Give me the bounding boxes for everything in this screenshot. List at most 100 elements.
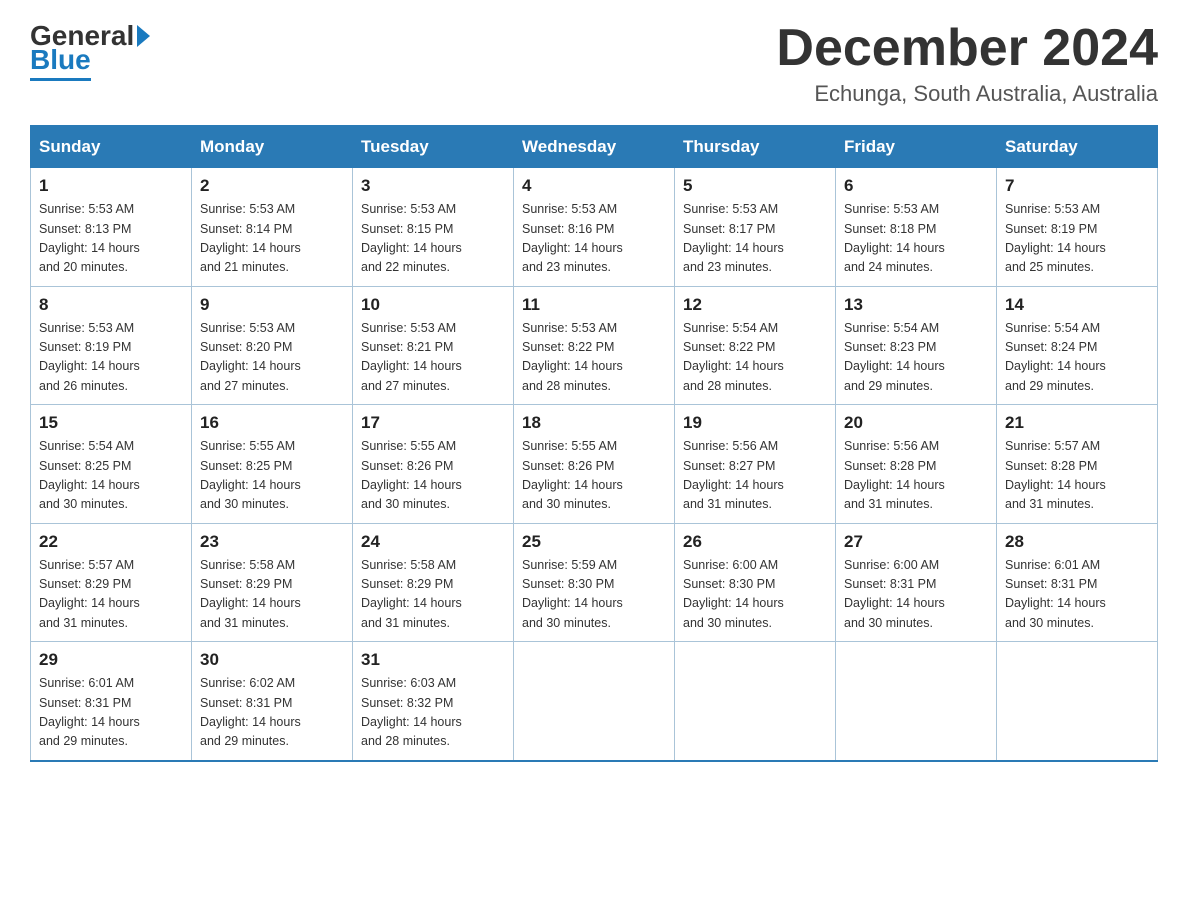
day-number: 12 xyxy=(683,295,827,315)
calendar-day-25: 25 Sunrise: 5:59 AM Sunset: 8:30 PM Dayl… xyxy=(514,523,675,642)
calendar-day-8: 8 Sunrise: 5:53 AM Sunset: 8:19 PM Dayli… xyxy=(31,286,192,405)
day-number: 29 xyxy=(39,650,183,670)
day-number: 17 xyxy=(361,413,505,433)
weekday-header-thursday: Thursday xyxy=(675,126,836,168)
day-number: 1 xyxy=(39,176,183,196)
day-info: Sunrise: 6:00 AM Sunset: 8:30 PM Dayligh… xyxy=(683,556,827,634)
day-number: 5 xyxy=(683,176,827,196)
calendar-day-20: 20 Sunrise: 5:56 AM Sunset: 8:28 PM Dayl… xyxy=(836,405,997,524)
calendar-day-26: 26 Sunrise: 6:00 AM Sunset: 8:30 PM Dayl… xyxy=(675,523,836,642)
day-info: Sunrise: 5:53 AM Sunset: 8:15 PM Dayligh… xyxy=(361,200,505,278)
day-number: 16 xyxy=(200,413,344,433)
day-info: Sunrise: 5:53 AM Sunset: 8:16 PM Dayligh… xyxy=(522,200,666,278)
day-info: Sunrise: 5:53 AM Sunset: 8:22 PM Dayligh… xyxy=(522,319,666,397)
calendar-day-9: 9 Sunrise: 5:53 AM Sunset: 8:20 PM Dayli… xyxy=(192,286,353,405)
calendar-week-row-2: 8 Sunrise: 5:53 AM Sunset: 8:19 PM Dayli… xyxy=(31,286,1158,405)
day-number: 22 xyxy=(39,532,183,552)
day-number: 19 xyxy=(683,413,827,433)
calendar-day-empty xyxy=(836,642,997,761)
day-info: Sunrise: 6:03 AM Sunset: 8:32 PM Dayligh… xyxy=(361,674,505,752)
calendar-day-14: 14 Sunrise: 5:54 AM Sunset: 8:24 PM Dayl… xyxy=(997,286,1158,405)
day-number: 7 xyxy=(1005,176,1149,196)
calendar-table: SundayMondayTuesdayWednesdayThursdayFrid… xyxy=(30,125,1158,762)
day-info: Sunrise: 5:57 AM Sunset: 8:28 PM Dayligh… xyxy=(1005,437,1149,515)
day-number: 30 xyxy=(200,650,344,670)
day-number: 21 xyxy=(1005,413,1149,433)
calendar-day-empty xyxy=(997,642,1158,761)
calendar-week-row-4: 22 Sunrise: 5:57 AM Sunset: 8:29 PM Dayl… xyxy=(31,523,1158,642)
calendar-day-27: 27 Sunrise: 6:00 AM Sunset: 8:31 PM Dayl… xyxy=(836,523,997,642)
day-number: 23 xyxy=(200,532,344,552)
calendar-day-31: 31 Sunrise: 6:03 AM Sunset: 8:32 PM Dayl… xyxy=(353,642,514,761)
day-info: Sunrise: 5:58 AM Sunset: 8:29 PM Dayligh… xyxy=(200,556,344,634)
day-info: Sunrise: 5:54 AM Sunset: 8:22 PM Dayligh… xyxy=(683,319,827,397)
day-info: Sunrise: 6:00 AM Sunset: 8:31 PM Dayligh… xyxy=(844,556,988,634)
day-number: 10 xyxy=(361,295,505,315)
calendar-day-29: 29 Sunrise: 6:01 AM Sunset: 8:31 PM Dayl… xyxy=(31,642,192,761)
calendar-day-2: 2 Sunrise: 5:53 AM Sunset: 8:14 PM Dayli… xyxy=(192,168,353,287)
day-number: 8 xyxy=(39,295,183,315)
day-number: 15 xyxy=(39,413,183,433)
calendar-day-15: 15 Sunrise: 5:54 AM Sunset: 8:25 PM Dayl… xyxy=(31,405,192,524)
calendar-day-19: 19 Sunrise: 5:56 AM Sunset: 8:27 PM Dayl… xyxy=(675,405,836,524)
day-number: 13 xyxy=(844,295,988,315)
day-info: Sunrise: 5:53 AM Sunset: 8:18 PM Dayligh… xyxy=(844,200,988,278)
calendar-day-17: 17 Sunrise: 5:55 AM Sunset: 8:26 PM Dayl… xyxy=(353,405,514,524)
calendar-day-18: 18 Sunrise: 5:55 AM Sunset: 8:26 PM Dayl… xyxy=(514,405,675,524)
calendar-day-4: 4 Sunrise: 5:53 AM Sunset: 8:16 PM Dayli… xyxy=(514,168,675,287)
day-number: 14 xyxy=(1005,295,1149,315)
weekday-header-friday: Friday xyxy=(836,126,997,168)
day-info: Sunrise: 5:54 AM Sunset: 8:23 PM Dayligh… xyxy=(844,319,988,397)
calendar-day-28: 28 Sunrise: 6:01 AM Sunset: 8:31 PM Dayl… xyxy=(997,523,1158,642)
location-text: Echunga, South Australia, Australia xyxy=(776,81,1158,107)
calendar-day-10: 10 Sunrise: 5:53 AM Sunset: 8:21 PM Dayl… xyxy=(353,286,514,405)
day-number: 2 xyxy=(200,176,344,196)
day-info: Sunrise: 5:53 AM Sunset: 8:19 PM Dayligh… xyxy=(1005,200,1149,278)
day-info: Sunrise: 5:53 AM Sunset: 8:13 PM Dayligh… xyxy=(39,200,183,278)
calendar-day-30: 30 Sunrise: 6:02 AM Sunset: 8:31 PM Dayl… xyxy=(192,642,353,761)
calendar-day-24: 24 Sunrise: 5:58 AM Sunset: 8:29 PM Dayl… xyxy=(353,523,514,642)
day-info: Sunrise: 5:53 AM Sunset: 8:19 PM Dayligh… xyxy=(39,319,183,397)
calendar-day-empty xyxy=(514,642,675,761)
day-number: 27 xyxy=(844,532,988,552)
day-info: Sunrise: 5:55 AM Sunset: 8:26 PM Dayligh… xyxy=(522,437,666,515)
calendar-day-12: 12 Sunrise: 5:54 AM Sunset: 8:22 PM Dayl… xyxy=(675,286,836,405)
day-number: 11 xyxy=(522,295,666,315)
logo-blue-text: Blue xyxy=(30,44,91,81)
day-info: Sunrise: 5:55 AM Sunset: 8:26 PM Dayligh… xyxy=(361,437,505,515)
day-info: Sunrise: 5:53 AM Sunset: 8:21 PM Dayligh… xyxy=(361,319,505,397)
day-info: Sunrise: 6:01 AM Sunset: 8:31 PM Dayligh… xyxy=(1005,556,1149,634)
calendar-day-21: 21 Sunrise: 5:57 AM Sunset: 8:28 PM Dayl… xyxy=(997,405,1158,524)
calendar-day-13: 13 Sunrise: 5:54 AM Sunset: 8:23 PM Dayl… xyxy=(836,286,997,405)
day-number: 4 xyxy=(522,176,666,196)
day-info: Sunrise: 6:02 AM Sunset: 8:31 PM Dayligh… xyxy=(200,674,344,752)
month-title: December 2024 xyxy=(776,20,1158,77)
calendar-day-7: 7 Sunrise: 5:53 AM Sunset: 8:19 PM Dayli… xyxy=(997,168,1158,287)
calendar-day-11: 11 Sunrise: 5:53 AM Sunset: 8:22 PM Dayl… xyxy=(514,286,675,405)
weekday-header-tuesday: Tuesday xyxy=(353,126,514,168)
calendar-day-23: 23 Sunrise: 5:58 AM Sunset: 8:29 PM Dayl… xyxy=(192,523,353,642)
day-number: 31 xyxy=(361,650,505,670)
weekday-header-wednesday: Wednesday xyxy=(514,126,675,168)
day-info: Sunrise: 5:53 AM Sunset: 8:17 PM Dayligh… xyxy=(683,200,827,278)
day-info: Sunrise: 5:58 AM Sunset: 8:29 PM Dayligh… xyxy=(361,556,505,634)
day-info: Sunrise: 6:01 AM Sunset: 8:31 PM Dayligh… xyxy=(39,674,183,752)
day-info: Sunrise: 5:56 AM Sunset: 8:28 PM Dayligh… xyxy=(844,437,988,515)
day-info: Sunrise: 5:53 AM Sunset: 8:14 PM Dayligh… xyxy=(200,200,344,278)
day-number: 18 xyxy=(522,413,666,433)
day-info: Sunrise: 5:55 AM Sunset: 8:25 PM Dayligh… xyxy=(200,437,344,515)
day-number: 28 xyxy=(1005,532,1149,552)
calendar-day-6: 6 Sunrise: 5:53 AM Sunset: 8:18 PM Dayli… xyxy=(836,168,997,287)
day-info: Sunrise: 5:53 AM Sunset: 8:20 PM Dayligh… xyxy=(200,319,344,397)
day-number: 25 xyxy=(522,532,666,552)
day-number: 24 xyxy=(361,532,505,552)
calendar-week-row-5: 29 Sunrise: 6:01 AM Sunset: 8:31 PM Dayl… xyxy=(31,642,1158,761)
title-section: December 2024 Echunga, South Australia, … xyxy=(776,20,1158,107)
page-header: General Blue December 2024 Echunga, Sout… xyxy=(30,20,1158,107)
calendar-day-1: 1 Sunrise: 5:53 AM Sunset: 8:13 PM Dayli… xyxy=(31,168,192,287)
day-info: Sunrise: 5:54 AM Sunset: 8:25 PM Dayligh… xyxy=(39,437,183,515)
calendar-week-row-1: 1 Sunrise: 5:53 AM Sunset: 8:13 PM Dayli… xyxy=(31,168,1158,287)
calendar-day-22: 22 Sunrise: 5:57 AM Sunset: 8:29 PM Dayl… xyxy=(31,523,192,642)
day-info: Sunrise: 5:54 AM Sunset: 8:24 PM Dayligh… xyxy=(1005,319,1149,397)
day-number: 6 xyxy=(844,176,988,196)
